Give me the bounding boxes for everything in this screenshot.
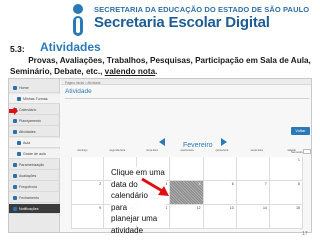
calendar-day-number: 1 [297, 158, 300, 162]
sidebar-item[interactable]: Home [9, 83, 60, 93]
page-title: Atividade [65, 88, 92, 95]
calendar-day-cell[interactable] [203, 157, 237, 181]
org-name-big: Secretaria Escolar Digital [94, 14, 270, 31]
calendar-day-cell[interactable]: 5 [170, 181, 204, 205]
menu-item-icon [13, 185, 17, 190]
menu-item-icon [13, 119, 17, 124]
sidebar-item-label: Parametrização [19, 163, 45, 167]
sidebar-item-label: Frequência [19, 185, 37, 189]
calendar-week-row: 1 [71, 157, 303, 181]
calendar-day-number: 6 [231, 182, 234, 186]
menu-item-icon [13, 130, 17, 135]
section-description: Provas, Avaliações, Trabalhos, Pesquisas… [10, 56, 315, 77]
sidebar-item[interactable]: Notificações [9, 204, 60, 214]
sed-logo-icon [73, 4, 83, 36]
calendar-day-cell[interactable]: 13 [203, 205, 237, 229]
sidebar-item-label: Grade de aula [23, 152, 46, 156]
menu-item-icon [13, 86, 17, 91]
calendar-grid: 123456789101112131415 [71, 157, 303, 231]
calendar-day-cell[interactable]: 2 [71, 181, 105, 205]
desc-line1: Provas, Avaliações, Trabalhos, Pesquisas… [28, 56, 311, 65]
sidebar-item[interactable]: Atividades [9, 127, 60, 137]
calendar-day-cell[interactable]: 15 [269, 205, 303, 229]
menu-item-icon [17, 152, 21, 157]
next-month-arrow-icon[interactable] [221, 138, 227, 146]
sidebar-item[interactable]: Parametrização [9, 160, 60, 170]
month-label: Fevereiro [183, 142, 213, 149]
sidebar-item[interactable]: Grade de aula [9, 149, 60, 159]
calendar-day-number: 12 [196, 206, 201, 210]
weekday-label: sexta-feira [250, 149, 263, 152]
prev-month-arrow-icon[interactable] [159, 138, 165, 146]
desc-line2a: Seminário, Debate, etc., [10, 66, 105, 76]
org-name-small: SECRETARIA DA EDUCAÇÃO DO ESTADO DE SÃO … [94, 5, 310, 14]
calendar-day-cell[interactable]: 8 [269, 181, 303, 205]
calendar-week-row: 2345678 [71, 181, 303, 205]
menu-item-icon [13, 174, 17, 179]
calendar-day-number: 9 [99, 206, 102, 210]
sidebar-item[interactable]: Aula [9, 138, 60, 148]
calendar-week-row: 9101112131415 [71, 205, 303, 229]
menu-item-icon [17, 141, 21, 146]
menu-item-icon [13, 207, 17, 212]
callout-line: atividade [111, 225, 144, 235]
sidebar-item-label: Atividades [19, 130, 36, 134]
calendar-day-number: 5 [198, 182, 201, 186]
weekday-label: quinta-feira [215, 149, 229, 152]
weekday-header: domingo segunda-feira terça-feira quarta-fe… [65, 149, 309, 155]
page-number: 17 [302, 231, 308, 237]
sidebar-item-label: Planejamento [19, 119, 41, 123]
calendar-day-number: 14 [262, 206, 267, 210]
calendar-day-number: 15 [296, 206, 300, 210]
section-title: Atividades [40, 40, 101, 54]
calendar-day-cell[interactable]: 7 [236, 181, 270, 205]
weekday-label: quarta-feira [180, 149, 194, 152]
weekday-label: terça-feira [146, 149, 158, 152]
calendar-day-cell[interactable] [236, 157, 270, 181]
callout-arrow-icon [141, 177, 169, 196]
title-divider [65, 98, 309, 99]
semester-select[interactable] [303, 149, 311, 154]
sidebar-item-label: Home [19, 86, 29, 90]
calendar-day-cell[interactable]: 14 [236, 205, 270, 229]
calendar-day-cell[interactable] [71, 157, 105, 181]
sidebar-item[interactable]: Fechamento [9, 193, 60, 203]
calendar-day-number: 7 [264, 182, 267, 186]
calendar-day-cell[interactable]: 1 [269, 157, 303, 181]
menu-item-icon [13, 196, 17, 201]
calendar-day-cell[interactable]: 12 [170, 205, 204, 229]
sidebar-item[interactable]: Frequência [9, 182, 60, 192]
calendar-day-cell[interactable] [170, 157, 204, 181]
voltar-button[interactable]: Voltar [291, 127, 310, 135]
breadcrumb[interactable]: Página Inicial > Atividade [65, 81, 101, 85]
sidebar-item-label: Aula [23, 141, 31, 145]
sidebar-item[interactable]: Planejamento [9, 116, 60, 126]
red-arrow-icon [9, 107, 18, 115]
sidebar-item-label: Fechamento [19, 196, 39, 200]
callout-line: planejar uma [111, 214, 158, 223]
calendar-day-cell[interactable]: 9 [71, 205, 105, 229]
section-number: 5.3: [10, 44, 25, 54]
header-blank [0, 0, 60, 44]
desc-line2c: . [155, 66, 158, 76]
menu-item-icon [17, 97, 21, 102]
desc-emphasis: valendo nota [104, 66, 156, 76]
calendar-day-number: 13 [229, 206, 234, 210]
month-navigation: Fevereiro [65, 136, 309, 149]
calendar-day-number: 2 [99, 182, 102, 186]
sidebar-item-label: Minhas Turmas [23, 97, 48, 101]
sidebar-item-label: Notificações [19, 207, 39, 211]
sidebar-item[interactable]: Minhas Turmas [9, 94, 60, 104]
weekday-label: segunda-feira [109, 149, 126, 152]
sidebar: Home Minhas Turmas Calendário Planejamento A… [9, 79, 60, 232]
sidebar-item-label: Avaliações [19, 174, 37, 178]
calendar-day-number: 8 [297, 182, 300, 186]
sidebar-item-label: Calendário [19, 108, 37, 112]
weekday-label: domingo [77, 149, 88, 152]
menu-item-icon [13, 163, 17, 168]
sidebar-item[interactable]: Avaliações [9, 171, 60, 181]
calendar-day-cell[interactable]: 6 [203, 181, 237, 205]
